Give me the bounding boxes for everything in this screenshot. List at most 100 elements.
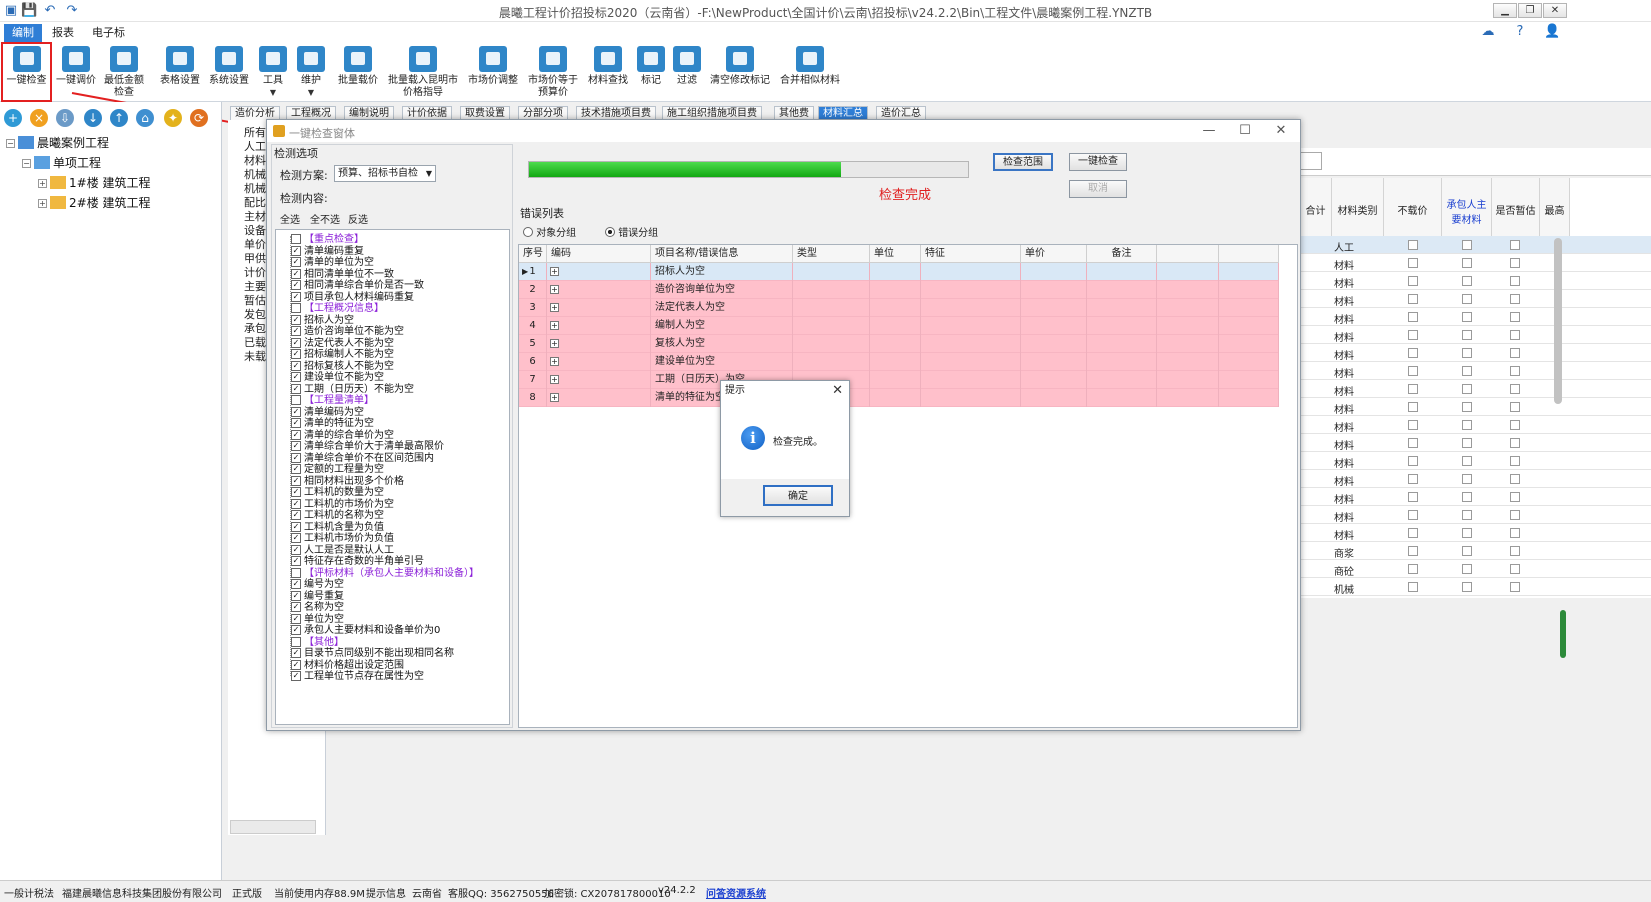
checkbox-icon[interactable] [291,395,301,405]
expand-icon[interactable]: + [550,303,559,312]
checkbox-icon[interactable] [1462,384,1472,394]
checkbox-checked-icon[interactable]: ✓ [291,257,301,267]
table-row[interactable]: 材料 [1300,290,1651,308]
checkbox-icon[interactable] [1462,330,1472,340]
add-icon[interactable]: + [4,109,22,127]
check-item[interactable]: ✓ 工程单位节点存在属性为空 [291,671,424,682]
checkbox-icon[interactable] [1510,474,1520,484]
checkbox-icon[interactable] [1462,402,1472,412]
checkbox-icon[interactable] [1510,294,1520,304]
move-up-icon[interactable]: ↑ [110,109,128,127]
checkbox-checked-icon[interactable]: ✓ [291,372,301,382]
check-group-header[interactable]: 【工程概况信息】 [291,303,384,314]
checkbox-checked-icon[interactable]: ✓ [291,406,301,417]
checkbox-icon[interactable] [1462,456,1472,466]
tree-root[interactable]: − 晨曦案例工程 [6,134,109,151]
table-row[interactable]: 材料 [1300,380,1651,398]
check-group-header[interactable]: 【重点检查】 [291,234,364,245]
check-item[interactable]: ✓ 目录节点同级别不能出现相同名称 [291,648,454,659]
checkbox-icon[interactable] [1510,420,1520,430]
check-item[interactable]: ✓ 清单编码为空 [291,406,364,418]
checkbox-checked-icon[interactable]: ✓ [291,280,301,290]
check-item[interactable]: ✓ 工料机的名称为空 [291,510,384,521]
tree-item-building1[interactable]: +1#楼 建筑工程 [38,174,151,191]
radio-object-group[interactable]: 对象分组 [523,224,576,239]
table-row[interactable]: 3 法定代表人为空 + [519,299,1279,317]
check-item[interactable]: ✓ 清单综合单价不在区间范围内 [291,452,434,464]
check-item[interactable]: ✓ 特征存在奇数的半角单引号 [291,556,424,567]
checkbox-icon[interactable] [291,636,301,647]
checkbox-icon[interactable] [1408,492,1418,502]
check-item[interactable]: ✓ 清单的综合单价为空 [291,429,394,441]
table-row[interactable]: 材料 [1300,326,1651,344]
checkbox-icon[interactable] [1462,420,1472,430]
qa-resource-link[interactable]: 问答资源系统 [706,885,766,900]
checkbox-checked-icon[interactable]: ✓ [291,671,301,681]
checkbox-checked-icon[interactable]: ✓ [291,441,301,451]
checkbox-icon[interactable] [1510,546,1520,556]
check-item[interactable]: ✓ 名称为空 [291,602,344,613]
ok-button[interactable]: 确定 [763,485,833,506]
check-item[interactable]: ✓ 定额的工程量为空 [291,464,384,475]
expand-icon[interactable]: + [550,285,559,294]
checkbox-icon[interactable] [1510,240,1520,250]
checkbox-icon[interactable] [291,567,301,578]
check-item[interactable]: ✓ 清单综合单价大于清单最高限价 [291,441,444,452]
checkbox-icon[interactable] [291,303,301,313]
table-row[interactable]: 人工 [1300,236,1651,254]
check-scope-button[interactable]: 检查范围 [993,153,1053,171]
check-item[interactable]: ✓ 工期（日历天）不能为空 [291,383,414,395]
checkbox-icon[interactable] [1510,258,1520,268]
expand-icon[interactable]: + [550,339,559,348]
scheme-select[interactable]: 预算、招标书自检 ▼ [334,165,436,182]
table-row[interactable]: 材料 [1300,470,1651,488]
expand-icon[interactable]: + [550,267,559,276]
check-item[interactable]: ✓ 工料机的数量为空 [291,487,384,498]
vertical-scrollbar[interactable] [1554,238,1562,404]
check-item[interactable]: ✓ 工料机的市场价为空 [291,498,394,510]
expand-icon[interactable]: + [550,321,559,330]
horizontal-scrollbar[interactable] [230,820,316,834]
checkbox-icon[interactable] [1408,438,1418,448]
table-row[interactable]: 商砼 [1300,560,1651,578]
checkbox-checked-icon[interactable]: ✓ [291,544,301,555]
checkbox-checked-icon[interactable]: ✓ [291,326,301,336]
check-item[interactable]: ✓ 清单编码重复 [291,245,364,257]
checkbox-checked-icon[interactable]: ✓ [291,360,301,371]
checkbox-checked-icon[interactable]: ✓ [291,452,301,463]
checkbox-icon[interactable] [1462,474,1472,484]
checkbox-icon[interactable] [1462,366,1472,376]
checkbox-checked-icon[interactable]: ✓ [291,487,301,497]
checkbox-icon[interactable] [1408,420,1418,430]
checkbox-icon[interactable] [1462,258,1472,268]
settings-gear-icon[interactable]: ✦ [164,109,182,127]
check-item[interactable]: ✓ 工料机市场价为负值 [291,533,394,544]
checkbox-icon[interactable] [1462,510,1472,520]
check-item[interactable]: ✓ 承包人主要材料和设备单价为0 [291,625,440,636]
checkbox-icon[interactable] [1408,402,1418,412]
checkbox-checked-icon[interactable]: ✓ [291,349,301,359]
table-row[interactable]: 材料 [1300,272,1651,290]
check-group-header[interactable]: 【其他】 [291,636,344,648]
check-item[interactable]: ✓ 法定代表人不能为空 [291,337,394,349]
import-icon[interactable]: ⇩ [56,109,74,127]
checkbox-checked-icon[interactable]: ✓ [291,464,301,474]
check-item[interactable]: ✓ 清单的特征为空 [291,418,374,429]
checkbox-icon[interactable] [1510,366,1520,376]
check-item[interactable]: ✓ 相同材料出现多个价格 [291,475,404,487]
checkbox-checked-icon[interactable]: ✓ [291,314,301,325]
check-group-header[interactable]: 【工程量清单】 [291,395,374,406]
check-item[interactable]: ✓ 招标人为空 [291,314,354,326]
check-item[interactable]: ✓ 编号为空 [291,579,344,590]
table-row[interactable]: 商浆 [1300,542,1651,560]
checkbox-checked-icon[interactable]: ✓ [291,337,301,348]
checkbox-checked-icon[interactable]: ✓ [291,245,301,256]
table-row[interactable]: 材料 [1300,362,1651,380]
expand-icon[interactable]: + [550,357,559,366]
check-item[interactable]: ✓ 材料价格超出设定范围 [291,659,404,671]
table-row[interactable]: 材料 [1300,416,1651,434]
checkbox-icon[interactable] [1510,582,1520,592]
checkbox-icon[interactable] [1462,348,1472,358]
checkbox-icon[interactable] [1510,456,1520,466]
checkbox-icon[interactable] [1462,438,1472,448]
